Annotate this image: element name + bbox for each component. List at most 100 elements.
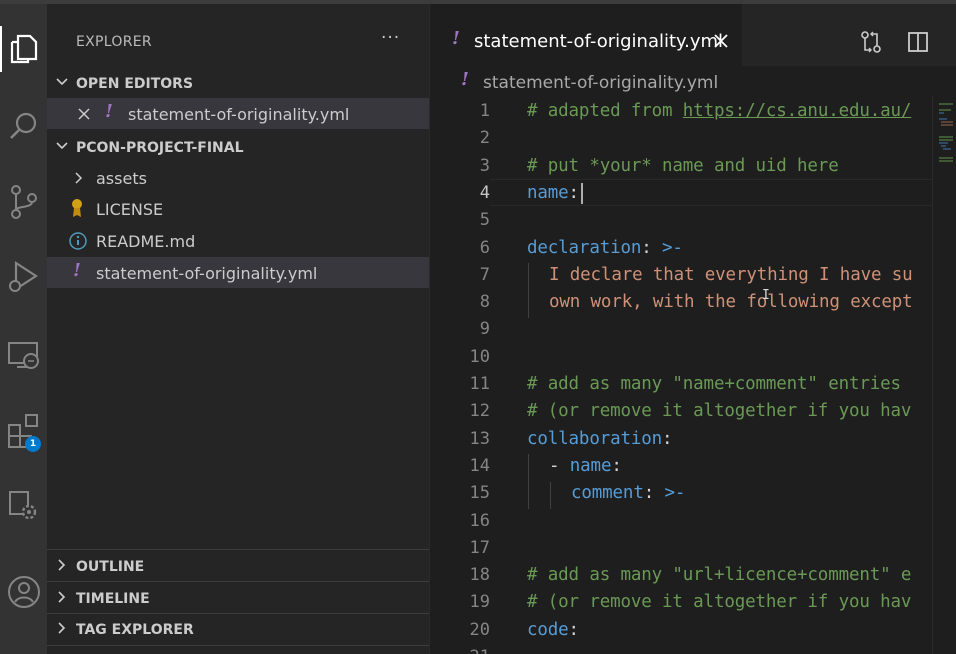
indent-guide [528, 454, 529, 509]
code-token: # add as many "url+licence+comment" e [527, 565, 912, 586]
remote-settings-icon[interactable] [0, 482, 47, 528]
code-line[interactable]: collaboration: [527, 428, 673, 449]
line-number: 13 [469, 428, 490, 449]
timeline-label: TIMELINE [76, 591, 150, 607]
open-editor-label: statement-of-originality.yml [128, 105, 350, 124]
minimap-line [939, 142, 948, 144]
line-number: 11 [469, 374, 490, 394]
line-number: 19 [469, 592, 490, 613]
code-line[interactable]: I declare that everything I have su [549, 265, 913, 285]
tree-item-license[interactable]: LICENSE [47, 193, 429, 224]
minimap-line [939, 103, 953, 105]
open-editor-item[interactable]: ! statement-of-originality.yml [47, 98, 429, 129]
line-number: 12 [469, 401, 490, 422]
activity-bar: 1 [0, 4, 47, 654]
code-token: https://cs.anu.edu.au/ [682, 101, 912, 121]
extensions-badge: 1 [25, 436, 41, 452]
minimap[interactable] [932, 96, 956, 654]
line-number: 16 [469, 510, 490, 531]
close-icon[interactable] [713, 33, 729, 53]
line-number: 20 [469, 619, 490, 640]
tree-item-statement[interactable]: ! statement-of-originality.yml [47, 257, 429, 288]
breadcrumb[interactable]: ! statement-of-originality.yml [430, 66, 956, 96]
code-token: I declare that everything I have su [549, 264, 913, 285]
more-actions-button[interactable]: ··· [381, 28, 400, 48]
text-caret [581, 183, 583, 204]
code-line[interactable]: code: [527, 620, 579, 640]
code-token: comment [571, 483, 644, 504]
code-line[interactable]: declaration: >- [527, 238, 683, 258]
line-number: 2 [479, 128, 490, 149]
minimap-line [941, 145, 946, 147]
line-number: 1 [479, 101, 490, 121]
code-line[interactable]: # add as many "url+licence+comment" e [527, 565, 911, 585]
breadcrumb-file: statement-of-originality.yml [483, 73, 719, 93]
code-token: # add as many "name+comment" entries [527, 374, 901, 394]
line-number: 21 [430, 647, 490, 654]
chevron-down-icon [55, 74, 69, 93]
project-section[interactable]: PCON-PROJECT-FINAL [47, 133, 429, 161]
tree-item-assets[interactable]: assets [47, 162, 429, 193]
code-line[interactable]: # adapted from https://cs.anu.edu.au/ [527, 101, 911, 121]
indent-guide [528, 263, 529, 318]
yaml-icon: ! [73, 260, 81, 281]
tree-item-label: statement-of-originality.yml [96, 264, 318, 283]
code-line[interactable]: - name: [549, 456, 622, 476]
code-token: : [641, 237, 663, 258]
close-icon[interactable] [77, 106, 91, 125]
code-line[interactable]: name: [527, 183, 579, 203]
section-divider [47, 549, 429, 550]
code-line[interactable]: # add as many "name+comment" entries [527, 374, 901, 394]
line-number: 10 [469, 346, 490, 367]
search-icon[interactable] [0, 103, 47, 149]
explorer-sidebar: EXPLORER ··· OPEN EDITORS ! statement-of… [47, 4, 429, 654]
code-token: collaboration [527, 428, 663, 449]
tag-explorer-section[interactable]: TAG EXPLORER [47, 615, 429, 643]
minimap-line [939, 109, 951, 111]
code-line[interactable]: # (or remove it altogether if you hav [527, 401, 911, 421]
line-number: 5 [479, 210, 490, 231]
code-line[interactable]: # (or remove it altogether if you hav [527, 592, 911, 612]
remote-explorer-icon[interactable] [0, 332, 47, 378]
tree-item-readme[interactable]: README.md [47, 225, 429, 256]
code-token: # (or remove it altogether if you hav [527, 592, 912, 613]
minimap-line [943, 148, 951, 150]
mouse-ibeam-cursor: I [762, 288, 770, 303]
outline-section[interactable]: OUTLINE [47, 552, 429, 580]
chevron-right-icon [73, 170, 85, 189]
line-number: 4 [479, 182, 490, 203]
minimap-line [939, 136, 953, 138]
minimap-line [939, 139, 953, 141]
yaml-icon: ! [461, 69, 469, 90]
tab-statement-of-originality[interactable]: ! statement-of-originality.yml [430, 4, 742, 66]
run-debug-icon[interactable] [0, 253, 47, 299]
code-line[interactable]: # put *your* name and uid here [527, 156, 839, 176]
code-line[interactable]: comment: >- [571, 483, 685, 503]
tree-item-label: README.md [96, 232, 196, 251]
code-token: # put *your* name and uid here [527, 155, 839, 176]
split-editor-icon[interactable] [907, 31, 929, 57]
compare-changes-icon[interactable] [860, 31, 882, 57]
code-token: : [643, 483, 665, 504]
section-divider [47, 645, 429, 646]
explorer-icon[interactable] [0, 26, 47, 72]
minimap-line [941, 121, 953, 123]
outline-label: OUTLINE [76, 559, 145, 575]
timeline-section[interactable]: TIMELINE [47, 584, 429, 612]
editor-group: ! statement-of-originality.yml ! stateme… [430, 4, 956, 654]
license-icon [70, 198, 84, 222]
code-token: - [549, 455, 570, 476]
open-editors-section[interactable]: OPEN EDITORS [47, 69, 429, 97]
project-label: PCON-PROJECT-FINAL [76, 140, 244, 156]
accounts-icon[interactable] [0, 569, 47, 615]
code-line[interactable]: own work, with the following except [549, 292, 913, 312]
line-number: 15 [469, 483, 490, 504]
source-control-icon[interactable] [0, 179, 47, 225]
code-token: declaration [527, 237, 642, 258]
line-number: 8 [479, 292, 490, 313]
line-number: 14 [469, 455, 490, 476]
minimap-line [939, 118, 947, 120]
minimap-line [939, 160, 953, 162]
code-token: name [569, 455, 612, 476]
extensions-icon[interactable]: 1 [0, 408, 47, 454]
